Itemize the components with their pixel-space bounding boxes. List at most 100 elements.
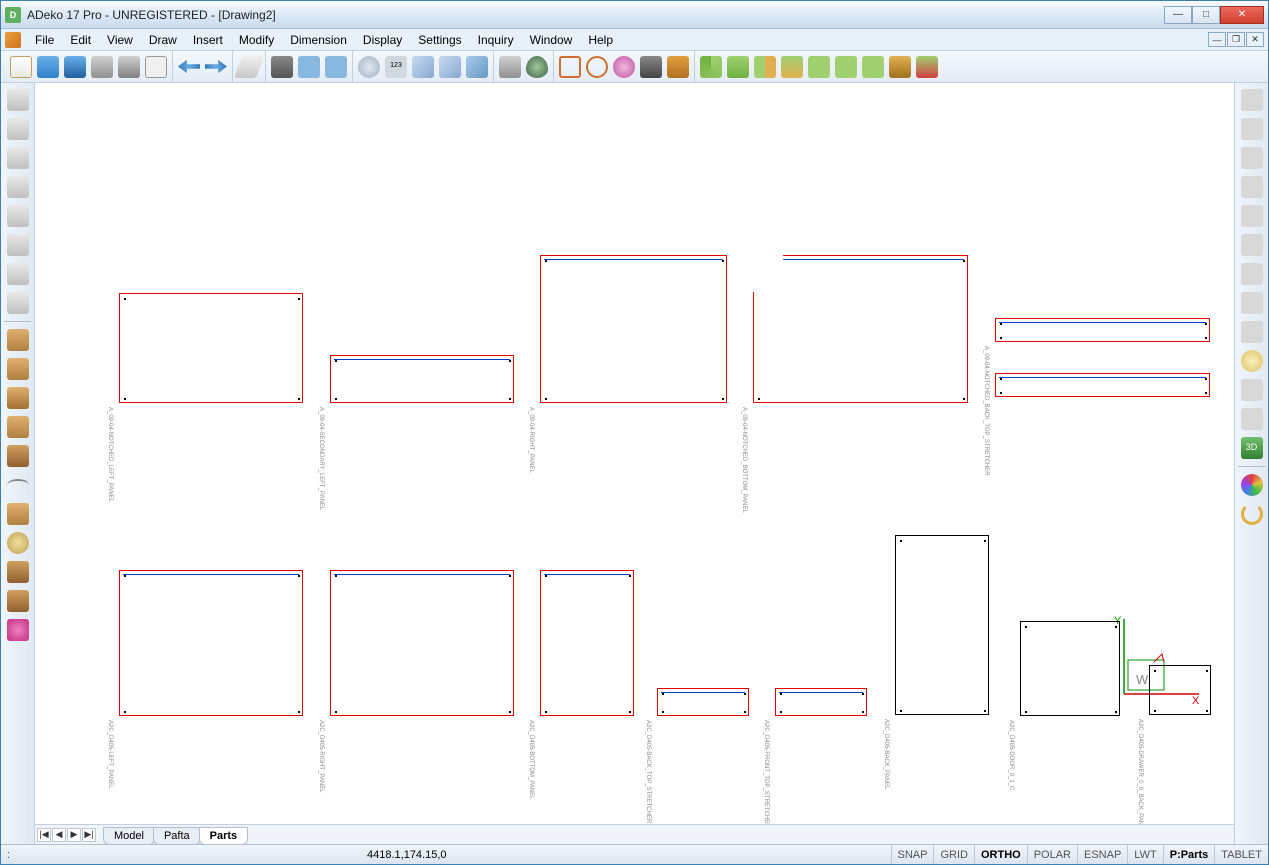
part[interactable]: A_09-04-NOTCHED_BACK_TOP_STRETCHER xyxy=(995,318,1210,342)
part[interactable]: A2C_D405-DOOR_0_1_C xyxy=(1020,621,1120,716)
menu-edit[interactable]: Edit xyxy=(62,30,99,50)
part[interactable]: A2C_D405-BACK_TOP_STRETCHER xyxy=(657,688,749,716)
tab-model[interactable]: Model xyxy=(103,827,155,845)
tool-r4-icon[interactable] xyxy=(1239,174,1265,200)
redo-icon[interactable] xyxy=(204,55,228,79)
bulb-icon[interactable] xyxy=(1239,348,1265,374)
print-preview-icon[interactable] xyxy=(117,55,141,79)
grid5-icon[interactable] xyxy=(807,55,831,79)
tool-r3-icon[interactable] xyxy=(1239,145,1265,171)
part[interactable]: A_09-04-RIGHT_PANEL xyxy=(540,255,727,403)
tool-r1-icon[interactable] xyxy=(1239,87,1265,113)
status-toggle-polar[interactable]: POLAR xyxy=(1027,845,1077,864)
tab-nav-0[interactable]: |◀ xyxy=(37,828,51,842)
menu-dimension[interactable]: Dimension xyxy=(282,30,355,50)
tab-parts[interactable]: Parts xyxy=(199,827,249,845)
wood-cabinet3-icon[interactable] xyxy=(5,385,31,411)
view3d-1-icon[interactable] xyxy=(411,55,435,79)
mdi-restore-button[interactable]: ❐ xyxy=(1227,32,1245,47)
render-icon[interactable] xyxy=(666,55,690,79)
wood-cabinet4-icon[interactable] xyxy=(5,414,31,440)
tool-r9-icon[interactable] xyxy=(1239,319,1265,345)
palette-icon[interactable] xyxy=(1239,472,1265,498)
tool-r5-icon[interactable] xyxy=(1239,203,1265,229)
mdi-close-button[interactable]: ✕ xyxy=(1246,32,1264,47)
erase-icon[interactable] xyxy=(237,55,261,79)
save-icon[interactable] xyxy=(63,55,87,79)
sheet-icon[interactable] xyxy=(144,55,168,79)
maximize-button[interactable]: □ xyxy=(1192,6,1220,24)
shape-cube-icon[interactable] xyxy=(558,55,582,79)
part[interactable]: A2C_D405-DRAWER_0_0_BACK_PANEL xyxy=(1149,665,1211,715)
grid7-icon[interactable] xyxy=(861,55,885,79)
status-toggle-snap[interactable]: SNAP xyxy=(891,845,934,864)
menu-help[interactable]: Help xyxy=(580,30,621,50)
menu-draw[interactable]: Draw xyxy=(141,30,185,50)
menu-display[interactable]: Display xyxy=(355,30,410,50)
wood-cabinet7-icon[interactable] xyxy=(5,559,31,585)
status-toggle-ortho[interactable]: ORTHO xyxy=(974,845,1027,864)
visibility-icon[interactable] xyxy=(525,55,549,79)
view3d-3-icon[interactable] xyxy=(465,55,489,79)
drawer-icon[interactable] xyxy=(5,290,31,316)
status-toggle-p-parts[interactable]: P:Parts xyxy=(1163,845,1215,864)
wood-cabinet5-icon[interactable] xyxy=(5,443,31,469)
tool-r11-icon[interactable] xyxy=(1239,406,1265,432)
grid4-icon[interactable] xyxy=(780,55,804,79)
tab-pafta[interactable]: Pafta xyxy=(153,827,201,845)
menu-file[interactable]: File xyxy=(27,30,62,50)
grid-delete-icon[interactable] xyxy=(915,55,939,79)
status-toggle-grid[interactable]: GRID xyxy=(933,845,974,864)
wood-cabinet2-icon[interactable] xyxy=(5,356,31,382)
measure-icon[interactable] xyxy=(270,55,294,79)
tab-nav-1[interactable]: ◀ xyxy=(52,828,66,842)
menu-inquiry[interactable]: Inquiry xyxy=(470,30,522,50)
tab-nav-2[interactable]: ▶ xyxy=(67,828,81,842)
align-icon[interactable] xyxy=(324,55,348,79)
box-icon[interactable] xyxy=(5,116,31,142)
app-menu-icon[interactable] xyxy=(5,32,21,48)
tool-r10-icon[interactable] xyxy=(1239,377,1265,403)
tool-r8-icon[interactable] xyxy=(1239,290,1265,316)
wall-icon[interactable] xyxy=(5,87,31,113)
new-icon[interactable] xyxy=(9,55,33,79)
menu-settings[interactable]: Settings xyxy=(410,30,469,50)
door-icon[interactable] xyxy=(5,174,31,200)
part[interactable] xyxy=(995,373,1210,397)
grid-tools-icon[interactable] xyxy=(888,55,912,79)
status-toggle-tablet[interactable]: TABLET xyxy=(1214,845,1268,864)
drawing-canvas[interactable]: X Y W A_09-04-NOTCHED_LEFT_PANELA_09-04-… xyxy=(35,83,1234,824)
part[interactable]: A2C_D405-LEFT_PANEL xyxy=(119,570,303,716)
wood-cabinet1-icon[interactable] xyxy=(5,327,31,353)
part[interactable]: A2C_D405-BOTTOM_PANEL xyxy=(540,570,634,716)
shape-ball-icon[interactable] xyxy=(612,55,636,79)
part[interactable]: A2C_D405-FRONT_TOP_STRETCHER xyxy=(775,688,867,716)
layers-icon[interactable] xyxy=(498,55,522,79)
tool-r7-icon[interactable] xyxy=(1239,261,1265,287)
panel-icon[interactable] xyxy=(5,145,31,171)
light-icon[interactable] xyxy=(5,530,31,556)
cabinet-icon[interactable] xyxy=(5,232,31,258)
menu-modify[interactable]: Modify xyxy=(231,30,282,50)
zoom-scale-icon[interactable]: 123 xyxy=(384,55,408,79)
part[interactable]: A2C_D405-RIGHT_PANEL xyxy=(330,570,514,716)
menu-view[interactable]: View xyxy=(99,30,141,50)
hanger-icon[interactable] xyxy=(5,472,31,498)
wood-cabinet6-icon[interactable] xyxy=(5,501,31,527)
3d-badge-icon[interactable]: 3D xyxy=(1239,435,1265,461)
print-icon[interactable] xyxy=(90,55,114,79)
special-icon[interactable] xyxy=(5,617,31,643)
camera-icon[interactable] xyxy=(639,55,663,79)
grid6-icon[interactable] xyxy=(834,55,858,79)
part[interactable]: A_09-04-NOTCHED_BOTTOM_PANEL xyxy=(753,255,968,403)
part[interactable]: A2C_D405-BACK_PANEL xyxy=(895,535,989,715)
tab-nav-3[interactable]: ▶| xyxy=(82,828,96,842)
view3d-2-icon[interactable] xyxy=(438,55,462,79)
window-icon[interactable] xyxy=(5,203,31,229)
grid3-icon[interactable] xyxy=(753,55,777,79)
shape-sphere-icon[interactable] xyxy=(585,55,609,79)
grid1-icon[interactable] xyxy=(699,55,723,79)
tool-r6-icon[interactable] xyxy=(1239,232,1265,258)
wood-cabinet8-icon[interactable] xyxy=(5,588,31,614)
menu-window[interactable]: Window xyxy=(522,30,581,50)
